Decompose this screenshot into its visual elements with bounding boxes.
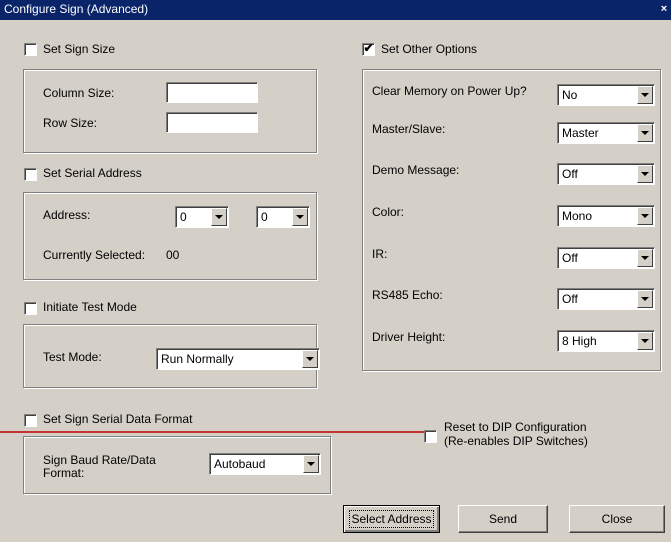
option-value: Off — [562, 251, 578, 265]
chevron-down-icon[interactable] — [637, 332, 653, 350]
option-select[interactable]: Mono — [557, 205, 655, 227]
title-bar[interactable]: Configure Sign (Advanced) × — [0, 0, 671, 20]
set-serial-address-label: Set Serial Address — [43, 166, 142, 180]
address-high-select[interactable]: 0 — [175, 206, 229, 228]
chevron-down-icon[interactable] — [211, 208, 227, 226]
option-value: 8 High — [562, 334, 597, 348]
set-other-options-label: Set Other Options — [381, 42, 478, 56]
baud-rate-label-line1: Sign Baud Rate/Data — [43, 453, 156, 467]
option-select[interactable]: Off — [557, 247, 655, 269]
option-select[interactable]: Off — [557, 288, 655, 310]
annotation-arrow-line — [0, 431, 424, 433]
chevron-down-icon[interactable] — [637, 290, 653, 308]
address-high-value: 0 — [180, 210, 187, 224]
chevron-down-icon[interactable] — [637, 124, 653, 142]
option-label: Clear Memory on Power Up? — [372, 84, 527, 98]
initiate-test-mode-label: Initiate Test Mode — [43, 300, 137, 314]
reset-dip-label-line2: (Re-enables DIP Switches) — [444, 434, 588, 448]
set-sign-size-label: Set Sign Size — [43, 42, 116, 56]
set-other-options-checkbox[interactable]: ✔ — [362, 41, 375, 56]
option-value: Mono — [562, 209, 593, 223]
option-value: Master — [562, 126, 599, 140]
option-select[interactable]: 8 High — [557, 330, 655, 352]
reset-dip-checkbox[interactable] — [424, 430, 437, 443]
window-title: Configure Sign (Advanced) — [4, 2, 149, 16]
checkmark-icon: ✔ — [363, 41, 374, 55]
baud-rate-label-line2: Format: — [43, 466, 85, 480]
configure-sign-dialog: Configure Sign (Advanced) × Set Sign Siz… — [0, 0, 671, 542]
option-label: Demo Message: — [372, 163, 460, 177]
chevron-down-icon[interactable] — [637, 249, 653, 267]
set-serial-address-checkbox[interactable] — [24, 168, 37, 181]
baud-rate-select[interactable]: Autobaud — [209, 453, 321, 475]
chevron-down-icon[interactable] — [302, 350, 318, 368]
row-size-label: Row Size: — [43, 116, 98, 130]
option-value: No — [562, 88, 578, 102]
option-label: Color: — [372, 205, 405, 219]
test-mode-select[interactable]: Run Normally — [156, 348, 320, 370]
chevron-down-icon[interactable] — [303, 455, 319, 473]
currently-selected-label: Currently Selected: — [43, 248, 146, 262]
close-icon[interactable]: × — [658, 3, 670, 15]
chevron-down-icon[interactable] — [637, 165, 653, 183]
test-mode-label: Test Mode: — [43, 350, 102, 364]
baud-rate-value: Autobaud — [214, 457, 266, 471]
set-sign-size-checkbox[interactable] — [24, 43, 37, 56]
select-address-label: Select Address — [349, 510, 434, 528]
test-mode-value: Run Normally — [161, 352, 234, 366]
currently-selected-value: 00 — [166, 248, 180, 262]
option-value: Off — [562, 292, 578, 306]
option-label: RS485 Echo: — [372, 288, 443, 302]
address-low-value: 0 — [261, 210, 268, 224]
close-label: Close — [601, 512, 633, 526]
chevron-down-icon[interactable] — [637, 86, 653, 104]
chevron-down-icon[interactable] — [292, 208, 308, 226]
address-low-select[interactable]: 0 — [256, 206, 310, 228]
option-label: IR: — [372, 247, 388, 261]
close-button[interactable]: Close — [569, 505, 665, 533]
option-select[interactable]: Off — [557, 163, 655, 185]
send-label: Send — [488, 512, 518, 526]
reset-dip-label-line1: Reset to DIP Configuration — [444, 420, 587, 434]
select-address-button[interactable]: Select Address — [343, 505, 440, 533]
option-select[interactable]: No — [557, 84, 655, 106]
initiate-test-mode-checkbox[interactable] — [24, 302, 37, 315]
row-size-input[interactable] — [166, 112, 258, 133]
column-size-input[interactable] — [166, 82, 258, 103]
chevron-down-icon[interactable] — [637, 207, 653, 225]
address-label: Address: — [43, 208, 91, 222]
option-value: Off — [562, 167, 578, 181]
send-button[interactable]: Send — [458, 505, 548, 533]
option-label: Driver Height: — [372, 330, 446, 344]
column-size-label: Column Size: — [43, 86, 115, 100]
option-select[interactable]: Master — [557, 122, 655, 144]
option-label: Master/Slave: — [372, 122, 446, 136]
